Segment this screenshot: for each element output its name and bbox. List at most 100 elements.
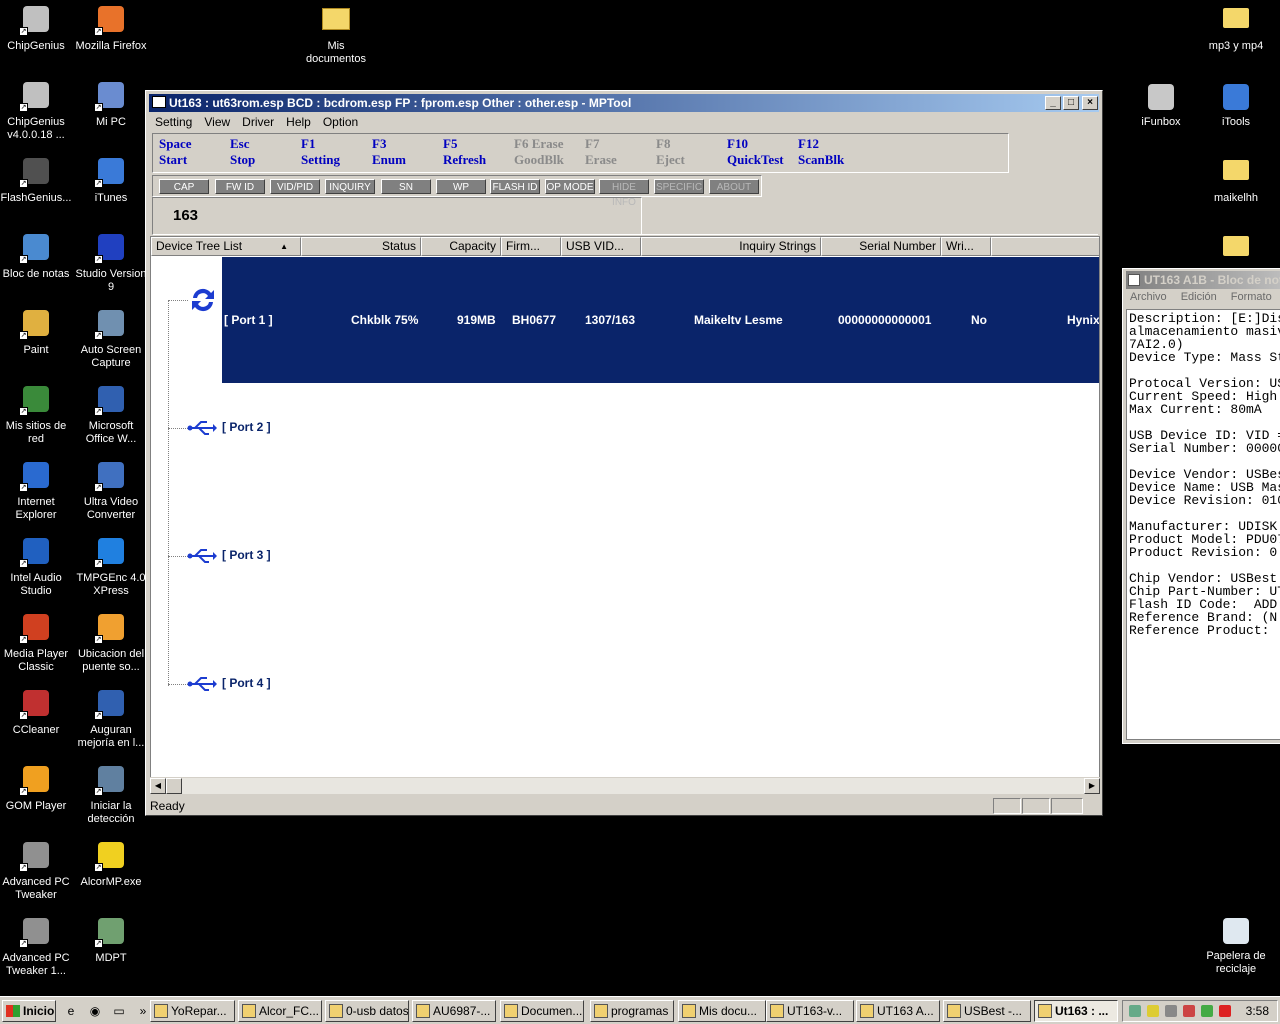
desktop-icon[interactable]: ↗ Microsoft Office W... — [73, 384, 149, 446]
taskbar-button[interactable]: USBest -... — [943, 1000, 1031, 1022]
taskbar-button[interactable]: programas — [590, 1000, 674, 1022]
menu-help[interactable]: Help — [280, 113, 317, 131]
flash-id-button[interactable]: FLASH ID — [490, 179, 540, 194]
ie-quicklaunch-icon[interactable]: e — [62, 1002, 80, 1020]
taskbar-button[interactable]: UT163 A... — [856, 1000, 940, 1022]
column-status[interactable]: Status — [301, 237, 421, 256]
desktop-icon[interactable]: ↗ Ultra Video Converter — [73, 460, 149, 522]
vid-pid-button[interactable]: VID/PID — [270, 179, 320, 194]
port-4-label[interactable]: [ Port 4 ] — [222, 676, 271, 690]
desktop-icon[interactable]: ↗ Advanced PC Tweaker — [0, 840, 74, 902]
menu-view[interactable]: View — [198, 113, 236, 131]
port-1-row[interactable]: [ Port 1 ] Chkblk 75% 919MB BH0677 1307/… — [222, 257, 1099, 383]
desktop-icon[interactable]: ↗ AlcorMP.exe — [73, 840, 149, 889]
taskbar-button[interactable]: YoRepar... — [150, 1000, 235, 1022]
fkey-quicktest-button[interactable]: F10 QuickTest — [727, 136, 784, 168]
desktop-icon[interactable]: ↗ Internet Explorer — [0, 460, 74, 522]
menu-driver[interactable]: Driver — [236, 113, 280, 131]
fkey-goodblk-button[interactable]: F6 Erase GoodBlk — [514, 136, 564, 168]
desktop-icon-mis-documentos[interactable]: Mis documentos — [298, 4, 374, 66]
sn-button[interactable]: SN — [381, 179, 431, 194]
fkey-setting-button[interactable]: F1 Setting — [301, 136, 340, 168]
scroll-thumb[interactable] — [166, 778, 182, 794]
usb-tray-icon[interactable] — [1165, 1005, 1177, 1017]
column-serial-number[interactable]: Serial Number — [821, 237, 941, 256]
firefox-quicklaunch-icon[interactable]: ◉ — [86, 1002, 104, 1020]
taskbar-button[interactable]: Documen... — [500, 1000, 584, 1022]
desktop-icon[interactable]: ↗ Mozilla Firefox — [73, 4, 149, 53]
column-device-tree-list[interactable]: Device Tree List ▲ — [151, 237, 301, 256]
notepad-menu-formato[interactable]: Formato — [1231, 291, 1272, 303]
horizontal-scrollbar[interactable]: ◀ ▶ — [150, 777, 1100, 794]
notepad-title-bar[interactable]: UT163 A1B - Bloc de notas — [1126, 271, 1280, 289]
desktop-quicklaunch-icon[interactable]: ▭ — [110, 1002, 128, 1020]
column-usb-vid-[interactable]: USB VID... — [561, 237, 641, 256]
app-tray-icon[interactable] — [1201, 1005, 1213, 1017]
notepad-menu-edición[interactable]: Edición — [1181, 291, 1217, 303]
desktop-icon[interactable]: ↗ TMPGEnc 4.0 XPress — [73, 536, 149, 598]
fkey-eject-button[interactable]: F8 Eject — [656, 136, 685, 168]
menu-option[interactable]: Option — [317, 113, 364, 131]
desktop-icon[interactable]: ↗ Studio Version 9 — [73, 232, 149, 294]
fkey-enum-button[interactable]: F3 Enum — [372, 136, 406, 168]
scroll-right-button[interactable]: ▶ — [1084, 778, 1100, 794]
start-button[interactable]: Inicio — [2, 1000, 56, 1022]
desktop-icon[interactable]: ↗ Iniciar la detección — [73, 764, 149, 826]
fkey-erase-button[interactable]: F7 Erase — [585, 136, 617, 168]
desktop-icon[interactable]: ↗ FlashGenius... — [0, 156, 74, 205]
desktop-icon[interactable]: ↗ ChipGenius v4.0.0.18 ... — [0, 80, 74, 142]
fkey-stop-button[interactable]: Esc Stop — [230, 136, 255, 168]
taskbar-button[interactable]: UT163-v... — [766, 1000, 854, 1022]
network-tray-icon[interactable] — [1129, 1005, 1141, 1017]
desktop-icon[interactable]: ↗ GOM Player — [0, 764, 74, 813]
menu-setting[interactable]: Setting — [149, 113, 198, 131]
desktop-icon[interactable]: ↗ Mis sitios de red — [0, 384, 74, 446]
wp-button[interactable]: WP — [436, 179, 486, 194]
hide-info-button[interactable]: HIDE INFO — [599, 179, 649, 208]
desktop-icon[interactable]: iTools — [1198, 80, 1274, 129]
desktop-icon[interactable]: maikelhh — [1198, 156, 1274, 205]
cap-button[interactable]: CAP — [159, 179, 209, 194]
desktop-icon[interactable]: ↗ Bloc de notas — [0, 232, 74, 281]
desktop-icon[interactable]: ↗ Media Player Classic — [0, 612, 74, 674]
taskbar-button[interactable]: Mis docu... — [678, 1000, 766, 1022]
speaker-tray-icon[interactable] — [1183, 1005, 1195, 1017]
desktop-icon[interactable]: ↗ ChipGenius — [0, 4, 74, 53]
fkey-scanblk-button[interactable]: F12 ScanBlk — [798, 136, 844, 168]
column-firm-[interactable]: Firm... — [501, 237, 561, 256]
desktop-icon[interactable]: ↗ Intel Audio Studio — [0, 536, 74, 598]
minimize-button[interactable]: _ — [1045, 96, 1061, 110]
column-inquiry-strings[interactable]: Inquiry Strings — [641, 237, 821, 256]
maximize-button[interactable]: □ — [1063, 96, 1079, 110]
taskbar-button[interactable]: Ut163 : ... — [1034, 1000, 1118, 1022]
shield-tray-icon[interactable] — [1147, 1005, 1159, 1017]
close-button[interactable]: × — [1082, 96, 1098, 110]
specific-button[interactable]: SPECIFIC — [654, 179, 704, 194]
fkey-start-button[interactable]: Space Start — [159, 136, 192, 168]
desktop-icon[interactable]: ↗ Ubicacion del puente so... — [73, 612, 149, 674]
desktop-icon[interactable]: ↗ Auguran mejoría en l... — [73, 688, 149, 750]
notepad-menu-archivo[interactable]: Archivo — [1130, 291, 1167, 303]
port-3-label[interactable]: [ Port 3 ] — [222, 548, 271, 562]
desktop-icon[interactable] — [1198, 232, 1274, 268]
fkey-refresh-button[interactable]: F5 Refresh — [443, 136, 486, 168]
desktop-icon[interactable]: ↗ Mi PC — [73, 80, 149, 129]
column-wri-[interactable]: Wri... — [941, 237, 991, 256]
desktop-icon[interactable]: mp3 y mp4 — [1198, 4, 1274, 53]
taskbar-button[interactable]: 0-usb datos — [325, 1000, 409, 1022]
taskbar-button[interactable]: AU6987-... — [412, 1000, 496, 1022]
op-mode-button[interactable]: OP MODE — [545, 179, 595, 194]
desktop-icon[interactable]: ↗ iTunes — [73, 156, 149, 205]
about-button[interactable]: ABOUT — [709, 179, 759, 194]
desktop-icon[interactable]: ↗ Auto Screen Capture — [73, 308, 149, 370]
column-capacity[interactable]: Capacity — [421, 237, 501, 256]
alert-tray-icon[interactable] — [1219, 1005, 1231, 1017]
scroll-left-button[interactable]: ◀ — [150, 778, 166, 794]
taskbar-button[interactable]: Alcor_FC... — [238, 1000, 322, 1022]
mptool-title-bar[interactable]: Ut163 : ut63rom.esp BCD : bcdrom.esp FP … — [149, 94, 1099, 112]
desktop-icon[interactable]: iFunbox — [1123, 80, 1199, 129]
desktop-icon[interactable]: ↗ MDPT — [73, 916, 149, 965]
inquiry-button[interactable]: INQUIRY — [325, 179, 375, 194]
desktop-icon[interactable]: ↗ Paint — [0, 308, 74, 357]
fw-id-button[interactable]: FW ID — [215, 179, 265, 194]
